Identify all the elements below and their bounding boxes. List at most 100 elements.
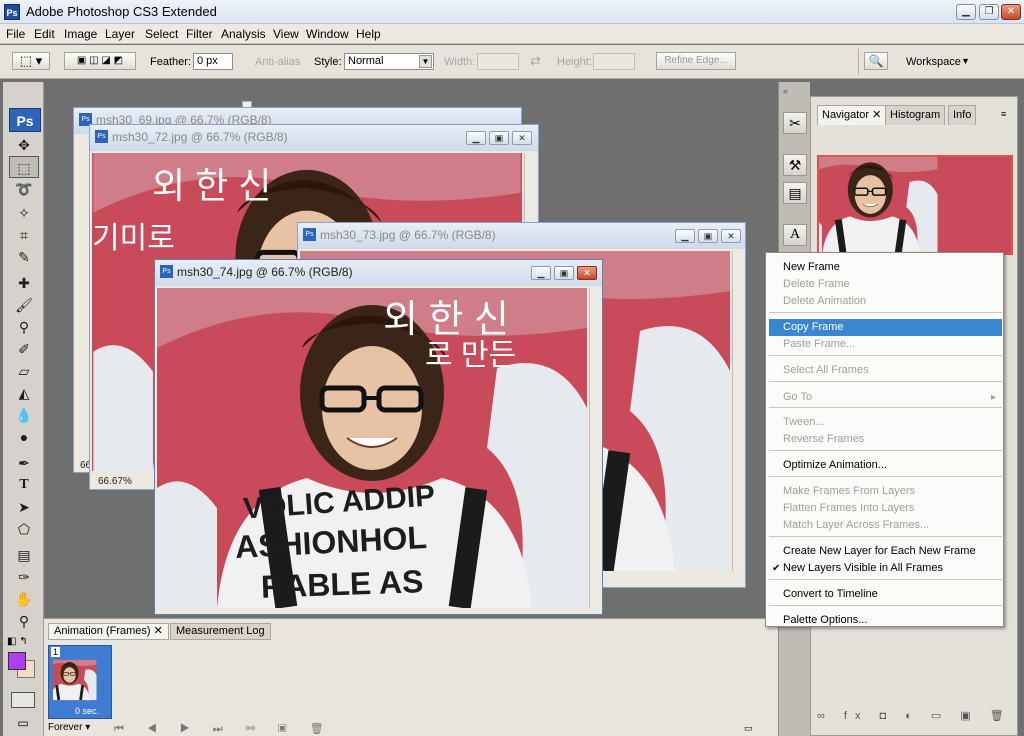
hand-tool-icon[interactable]: ✋: [9, 588, 39, 610]
menu-item-tween[interactable]: Tween...: [769, 414, 1002, 431]
bridge-icon[interactable]: 🔍: [864, 52, 888, 70]
tab-animation-frames[interactable]: Animation (Frames) ✕: [48, 623, 169, 640]
navigator-thumbnail[interactable]: [817, 155, 1013, 255]
brush-preset-icon[interactable]: ⚒: [783, 154, 807, 176]
menu-item-go-to[interactable]: Go To ▸: [769, 389, 1002, 406]
history-brush-tool-icon[interactable]: ✐: [9, 338, 39, 360]
style-select[interactable]: Normal ▼: [344, 53, 434, 70]
menu-item-reverse-frames[interactable]: Reverse Frames: [769, 431, 1002, 448]
width-input[interactable]: [477, 53, 519, 70]
layers-footer-icons[interactable]: ∞ fx ◘ ◐ ▭ ▣ 🗑: [817, 709, 1013, 727]
animation-frame[interactable]: 1 0 sec.: [48, 645, 112, 719]
tab-info[interactable]: Info: [948, 105, 977, 125]
panel-menu-icon[interactable]: ≡: [1001, 109, 1006, 119]
maximize-button[interactable]: ▣: [554, 266, 574, 280]
frame-delay[interactable]: 0 sec.: [75, 706, 99, 716]
menu-item-match-layer-across-frames[interactable]: Match Layer Across Frames...: [769, 517, 1002, 534]
height-input[interactable]: [593, 53, 635, 70]
menu-item-convert-to-timeline[interactable]: Convert to Timeline: [769, 586, 1002, 603]
menu-item-select-all-frames[interactable]: Select All Frames: [769, 362, 1002, 379]
layer-comps-icon[interactable]: ▤: [783, 182, 807, 204]
tab-histogram[interactable]: Histogram: [885, 105, 946, 125]
move-tool-icon[interactable]: ✥: [9, 134, 39, 156]
eyedropper-tool-icon[interactable]: ✑: [9, 566, 39, 588]
menu-analysis[interactable]: Analysis: [221, 27, 266, 41]
menu-image[interactable]: Image: [64, 27, 97, 41]
tools-preset-icon[interactable]: ✂: [783, 112, 807, 134]
tab-measurement-log[interactable]: Measurement Log: [170, 623, 271, 640]
selection-mode-buttons[interactable]: ▣ ◫ ◪ ◩: [64, 52, 136, 70]
menu-filter[interactable]: Filter: [186, 27, 213, 41]
menu-item-copy-frame[interactable]: Copy Frame: [769, 319, 1002, 336]
notes-tool-icon[interactable]: ▤: [9, 544, 39, 566]
path-selection-tool-icon[interactable]: ➤: [9, 496, 39, 518]
healing-brush-tool-icon[interactable]: ✚: [9, 272, 39, 294]
vertical-scrollbar[interactable]: [589, 288, 601, 608]
menu-item-paste-frame[interactable]: Paste Frame...: [769, 336, 1002, 353]
menu-item-optimize-animation[interactable]: Optimize Animation...: [769, 457, 1002, 474]
tab-navigator[interactable]: Navigator ✕: [817, 105, 887, 125]
menu-item-palette-options[interactable]: Palette Options...: [769, 612, 1002, 629]
clone-stamp-tool-icon[interactable]: ⚲: [9, 316, 39, 338]
menu-help[interactable]: Help: [356, 27, 381, 41]
quick-mask-icon[interactable]: [11, 692, 35, 708]
brush-tool-icon[interactable]: 🖌: [9, 294, 39, 316]
ps-doc-icon: Ps: [160, 265, 173, 278]
magic-wand-tool-icon[interactable]: ✧: [9, 202, 39, 224]
close-button[interactable]: ✕: [1001, 4, 1021, 20]
menu-window[interactable]: Window: [306, 27, 349, 41]
playback-controls[interactable]: ⏮ ◀ ▶ ⏭ ⚯ ▣ 🗑: [114, 722, 334, 736]
menu-item-delete-animation[interactable]: Delete Animation: [769, 293, 1002, 310]
close-button[interactable]: ✕: [721, 229, 741, 243]
lasso-tool-icon[interactable]: ➰: [9, 178, 39, 200]
marquee-tool-icon[interactable]: ⬚: [9, 156, 39, 178]
character-icon[interactable]: A: [783, 224, 807, 246]
vertical-scrollbar[interactable]: [732, 251, 744, 571]
blur-tool-icon[interactable]: 💧: [9, 404, 39, 426]
minimize-button[interactable]: ▁: [956, 4, 976, 20]
animation-panel: Animation (Frames) ✕ Measurement Log 1 0…: [44, 618, 778, 736]
swap-icon[interactable]: ⇄: [530, 53, 541, 69]
loop-select[interactable]: Forever ▾: [48, 722, 90, 733]
close-button[interactable]: ✕: [512, 131, 532, 145]
menu-view[interactable]: View: [273, 27, 299, 41]
close-button[interactable]: ✕: [577, 266, 597, 280]
slice-tool-icon[interactable]: ✎: [9, 246, 39, 268]
maximize-button[interactable]: ▣: [698, 229, 718, 243]
default-colors-icon[interactable]: ◧ ↰: [7, 636, 41, 648]
minimize-button[interactable]: ▁: [466, 131, 486, 145]
paint-bucket-tool-icon[interactable]: ◭: [9, 382, 39, 404]
menu-item-flatten-frames-into-layers[interactable]: Flatten Frames Into Layers: [769, 500, 1002, 517]
feather-input[interactable]: 0 px: [193, 53, 233, 70]
menu-select[interactable]: Select: [145, 27, 178, 41]
type-tool-icon[interactable]: T: [9, 474, 39, 496]
dock-collapse-icon[interactable]: «: [783, 86, 788, 96]
menu-item-delete-frame[interactable]: Delete Frame: [769, 276, 1002, 293]
zoom-tool-icon[interactable]: ⚲: [9, 610, 39, 632]
refine-edge-button[interactable]: Refine Edge...: [656, 52, 736, 70]
foreground-color-swatch[interactable]: [8, 652, 26, 670]
crop-tool-icon[interactable]: ⌗: [9, 224, 39, 246]
image-canvas[interactable]: 외 한 신 로 만든 VOLIC ADDIP ASHIONHOL RABLE A…: [157, 288, 587, 608]
menu-item-make-frames-from-layers[interactable]: Make Frames From Layers: [769, 483, 1002, 500]
document-window-msh30-74[interactable]: Ps msh30_74.jpg @ 66.7% (RGB/8) ▁ ▣ ✕ 외 한…: [154, 259, 603, 615]
workspace-label[interactable]: Workspace: [906, 56, 961, 68]
menu-edit[interactable]: Edit: [34, 27, 55, 41]
menu-layer[interactable]: Layer: [105, 27, 135, 41]
restore-button[interactable]: ❐: [979, 4, 999, 20]
panel-options-icon[interactable]: ▭: [744, 723, 753, 734]
minimize-button[interactable]: ▁: [675, 229, 695, 243]
pen-tool-icon[interactable]: ✒: [9, 452, 39, 474]
dodge-tool-icon[interactable]: ●: [9, 426, 39, 448]
screen-mode-icon[interactable]: ▭: [11, 716, 35, 732]
minimize-button[interactable]: ▁: [531, 266, 551, 280]
menu-item-create-new-layer-for-each-new-frame[interactable]: Create New Layer for Each New Frame: [769, 543, 1002, 560]
chevron-down-icon[interactable]: ▼: [961, 56, 970, 66]
menu-item-new-frame[interactable]: New Frame: [769, 259, 1002, 276]
menu-item-new-layers-visible-in-all-frames[interactable]: New Layers Visible in All Frames ✔: [769, 560, 1002, 577]
shape-tool-icon[interactable]: ⬠: [9, 518, 39, 540]
marquee-preset-picker[interactable]: ⬚ ▾: [12, 52, 50, 70]
eraser-tool-icon[interactable]: ▱: [9, 360, 39, 382]
maximize-button[interactable]: ▣: [489, 131, 509, 145]
menu-file[interactable]: File: [6, 27, 25, 41]
